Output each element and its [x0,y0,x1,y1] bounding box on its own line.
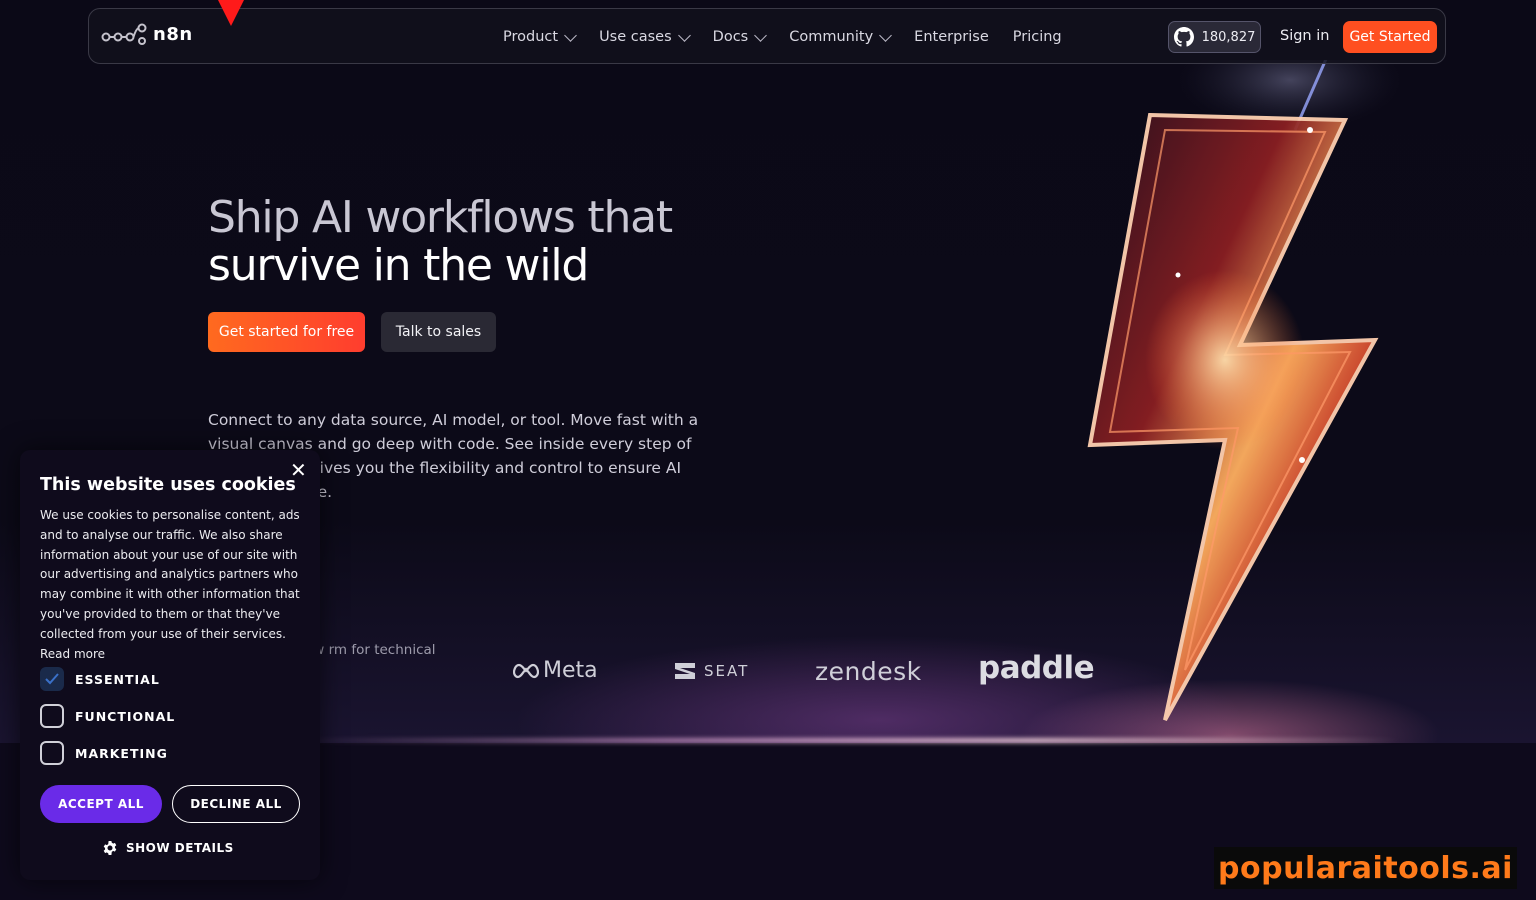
nav-docs-label: Docs [712,29,749,45]
brand-name: n8n [153,23,193,45]
essential-label: ESSENTIAL [75,671,160,687]
hero-headline-line1: Ship AI workflows that [208,192,673,243]
cursor-marker-icon [218,0,244,26]
functional-label: FUNCTIONAL [75,708,176,724]
cookie-body-text: We use cookies to personalise content, a… [40,508,300,661]
cookie-option-essential[interactable]: ESSENTIAL [40,667,160,691]
nav-enterprise-label: Enterprise [914,29,989,45]
nav-docs[interactable]: Docs [712,28,768,45]
zendesk-logo: zendesk [815,657,922,686]
github-stars-button[interactable]: 180,827 [1168,21,1261,53]
nav-links: Product Use cases Docs Community Enterpr… [503,9,1086,65]
nav-community-label: Community [789,29,874,45]
seat-wordmark: SEAT [704,662,750,680]
talk-to-sales-button[interactable]: Talk to sales [381,312,496,352]
marketing-label: MARKETING [75,745,168,761]
n8n-logo[interactable]: n8n [101,23,193,45]
n8n-logo-icon [101,23,147,45]
nav-enterprise[interactable]: Enterprise [914,29,989,45]
chevron-down-icon [564,28,577,42]
cookie-option-functional[interactable]: FUNCTIONAL [40,704,175,728]
cookie-option-marketing[interactable]: MARKETING [40,741,168,765]
show-details-label: SHOW DETAILS [126,841,234,855]
accept-all-button[interactable]: ACCEPT ALL [40,785,162,823]
essential-checkbox[interactable] [40,667,64,691]
get-started-button[interactable]: Get Started [1343,21,1437,53]
lightning-bolt-illustration [1087,60,1400,721]
seat-logo: SEAT [674,661,749,681]
gear-icon [103,841,117,855]
get-started-free-button[interactable]: Get started for free [208,312,365,352]
cookie-consent-panel: ✕ This website uses cookies We use cooki… [20,450,320,880]
meta-wordmark: Meta [543,658,598,683]
watermark-badge: popularaitools.ai [1214,847,1517,889]
show-details-button[interactable]: SHOW DETAILS [102,840,234,856]
marketing-checkbox[interactable] [40,741,64,765]
seat-emblem-icon [675,663,695,679]
top-navigation: n8n Product Use cases Docs Community Ent… [88,8,1446,64]
cookie-title: This website uses cookies [40,475,296,495]
nav-pricing[interactable]: Pricing [1013,29,1062,45]
nav-use-cases[interactable]: Use cases [599,28,691,45]
checkmark-icon [45,673,59,685]
nav-pricing-label: Pricing [1012,29,1062,45]
functional-checkbox[interactable] [40,704,64,728]
nav-use-cases-label: Use cases [599,29,672,45]
hero-headline-line2: survive in the wild [208,240,589,291]
decline-all-button[interactable]: DECLINE ALL [172,785,300,823]
github-icon [1173,27,1194,47]
paddle-logo: paddle [978,650,1095,686]
nav-product-label: Product [503,29,559,45]
nav-community[interactable]: Community [789,28,893,45]
meta-logo: Meta [513,658,598,683]
chevron-down-icon [677,28,691,42]
chevron-down-icon [879,28,893,42]
nav-product[interactable]: Product [503,28,577,45]
github-star-count: 180,827 [1201,29,1256,45]
chevron-down-icon [754,28,768,42]
sign-in-link[interactable]: Sign in [1280,28,1329,44]
meta-infinity-icon [513,663,539,678]
